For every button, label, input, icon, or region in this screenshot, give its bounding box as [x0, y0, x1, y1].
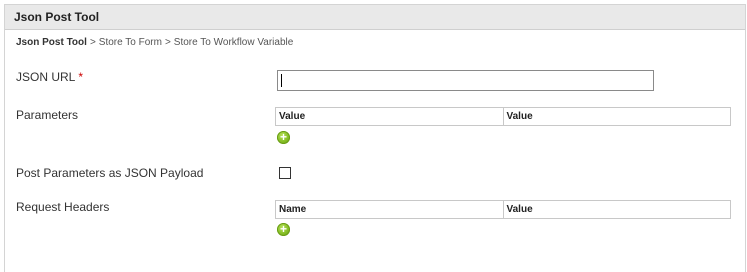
json-url-label-text: JSON URL: [16, 70, 76, 84]
breadcrumb: Json Post Tool > Store To Form > Store To Wo…: [16, 37, 293, 48]
add-circle-icon: +: [279, 130, 287, 144]
json-post-tool-panel: Json Post Tool Json Post Tool > Store To F…: [4, 4, 746, 272]
request-headers-column-value: Value: [502, 201, 731, 218]
panel-title: Json Post Tool: [14, 10, 100, 24]
breadcrumb-separator: >: [164, 37, 171, 48]
parameters-table-header: Value Value: [275, 107, 731, 126]
breadcrumb-separator: >: [89, 37, 96, 48]
request-headers-label: Request Headers: [16, 200, 110, 214]
panel-titlebar: Json Post Tool: [5, 4, 745, 30]
post-as-json-label: Post Parameters as JSON Payload: [16, 166, 204, 180]
json-url-label: JSON URL *: [16, 70, 83, 84]
required-marker: *: [78, 70, 84, 84]
breadcrumb-item-current: Json Post Tool: [16, 37, 87, 48]
request-headers-table-header: Name Value: [275, 200, 731, 219]
add-request-header-button[interactable]: +: [277, 223, 290, 236]
json-url-input[interactable]: [277, 70, 654, 91]
parameters-label: Parameters: [16, 108, 79, 122]
text-caret: [281, 74, 282, 87]
breadcrumb-item-store-to-form[interactable]: Store To Form: [99, 37, 162, 48]
parameters-column-header-2: Value: [502, 108, 731, 125]
parameters-column-header-1: Value: [279, 111, 306, 122]
breadcrumb-item-store-to-workflow-variable[interactable]: Store To Workflow Variable: [174, 37, 294, 48]
post-as-json-checkbox[interactable]: [279, 167, 291, 179]
add-parameter-button[interactable]: +: [277, 131, 290, 144]
request-headers-column-name: Name: [279, 204, 307, 215]
add-circle-icon: +: [279, 222, 287, 236]
